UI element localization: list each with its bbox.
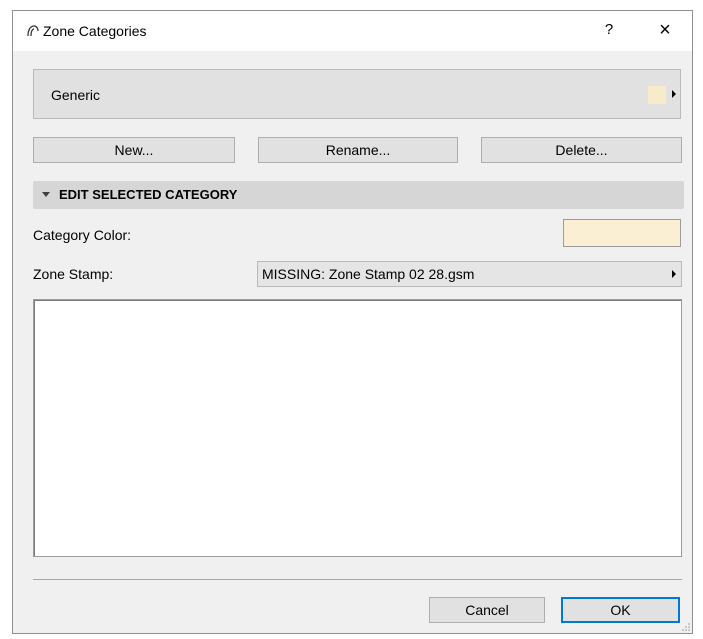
dialog-title: Zone Categories (43, 23, 147, 39)
title-bar: Zone Categories ? × (13, 11, 692, 51)
rename-button[interactable]: Rename... (258, 137, 458, 163)
resize-grip-icon[interactable] (681, 622, 691, 632)
chevron-right-icon (672, 270, 676, 278)
section-title: EDIT SELECTED CATEGORY (59, 187, 238, 202)
close-button[interactable]: × (653, 18, 677, 42)
zone-stamp-select[interactable]: MISSING: Zone Stamp 02 28.gsm (257, 261, 682, 287)
help-button[interactable]: ? (597, 21, 621, 38)
delete-button[interactable]: Delete... (481, 137, 682, 163)
triangle-down-icon (42, 192, 50, 197)
ok-button[interactable]: OK (561, 597, 680, 623)
footer-divider (33, 579, 682, 580)
category-color-picker[interactable] (563, 219, 681, 247)
edit-selected-category-header[interactable]: EDIT SELECTED CATEGORY (33, 181, 684, 209)
selected-category-label: Generic (51, 87, 101, 103)
archicad-icon (27, 25, 39, 37)
new-button[interactable]: New... (33, 137, 235, 163)
zone-stamp-label: Zone Stamp: (33, 266, 114, 282)
category-selector[interactable]: Generic (33, 69, 681, 119)
chevron-right-icon (672, 90, 676, 98)
category-color-label: Category Color: (33, 227, 132, 243)
category-swatch (648, 86, 666, 104)
zone-stamp-value: MISSING: Zone Stamp 02 28.gsm (262, 266, 475, 282)
cancel-button[interactable]: Cancel (429, 597, 545, 623)
zone-stamp-preview (33, 299, 682, 557)
zone-categories-dialog: Zone Categories ? × Generic New... Renam… (12, 10, 693, 634)
